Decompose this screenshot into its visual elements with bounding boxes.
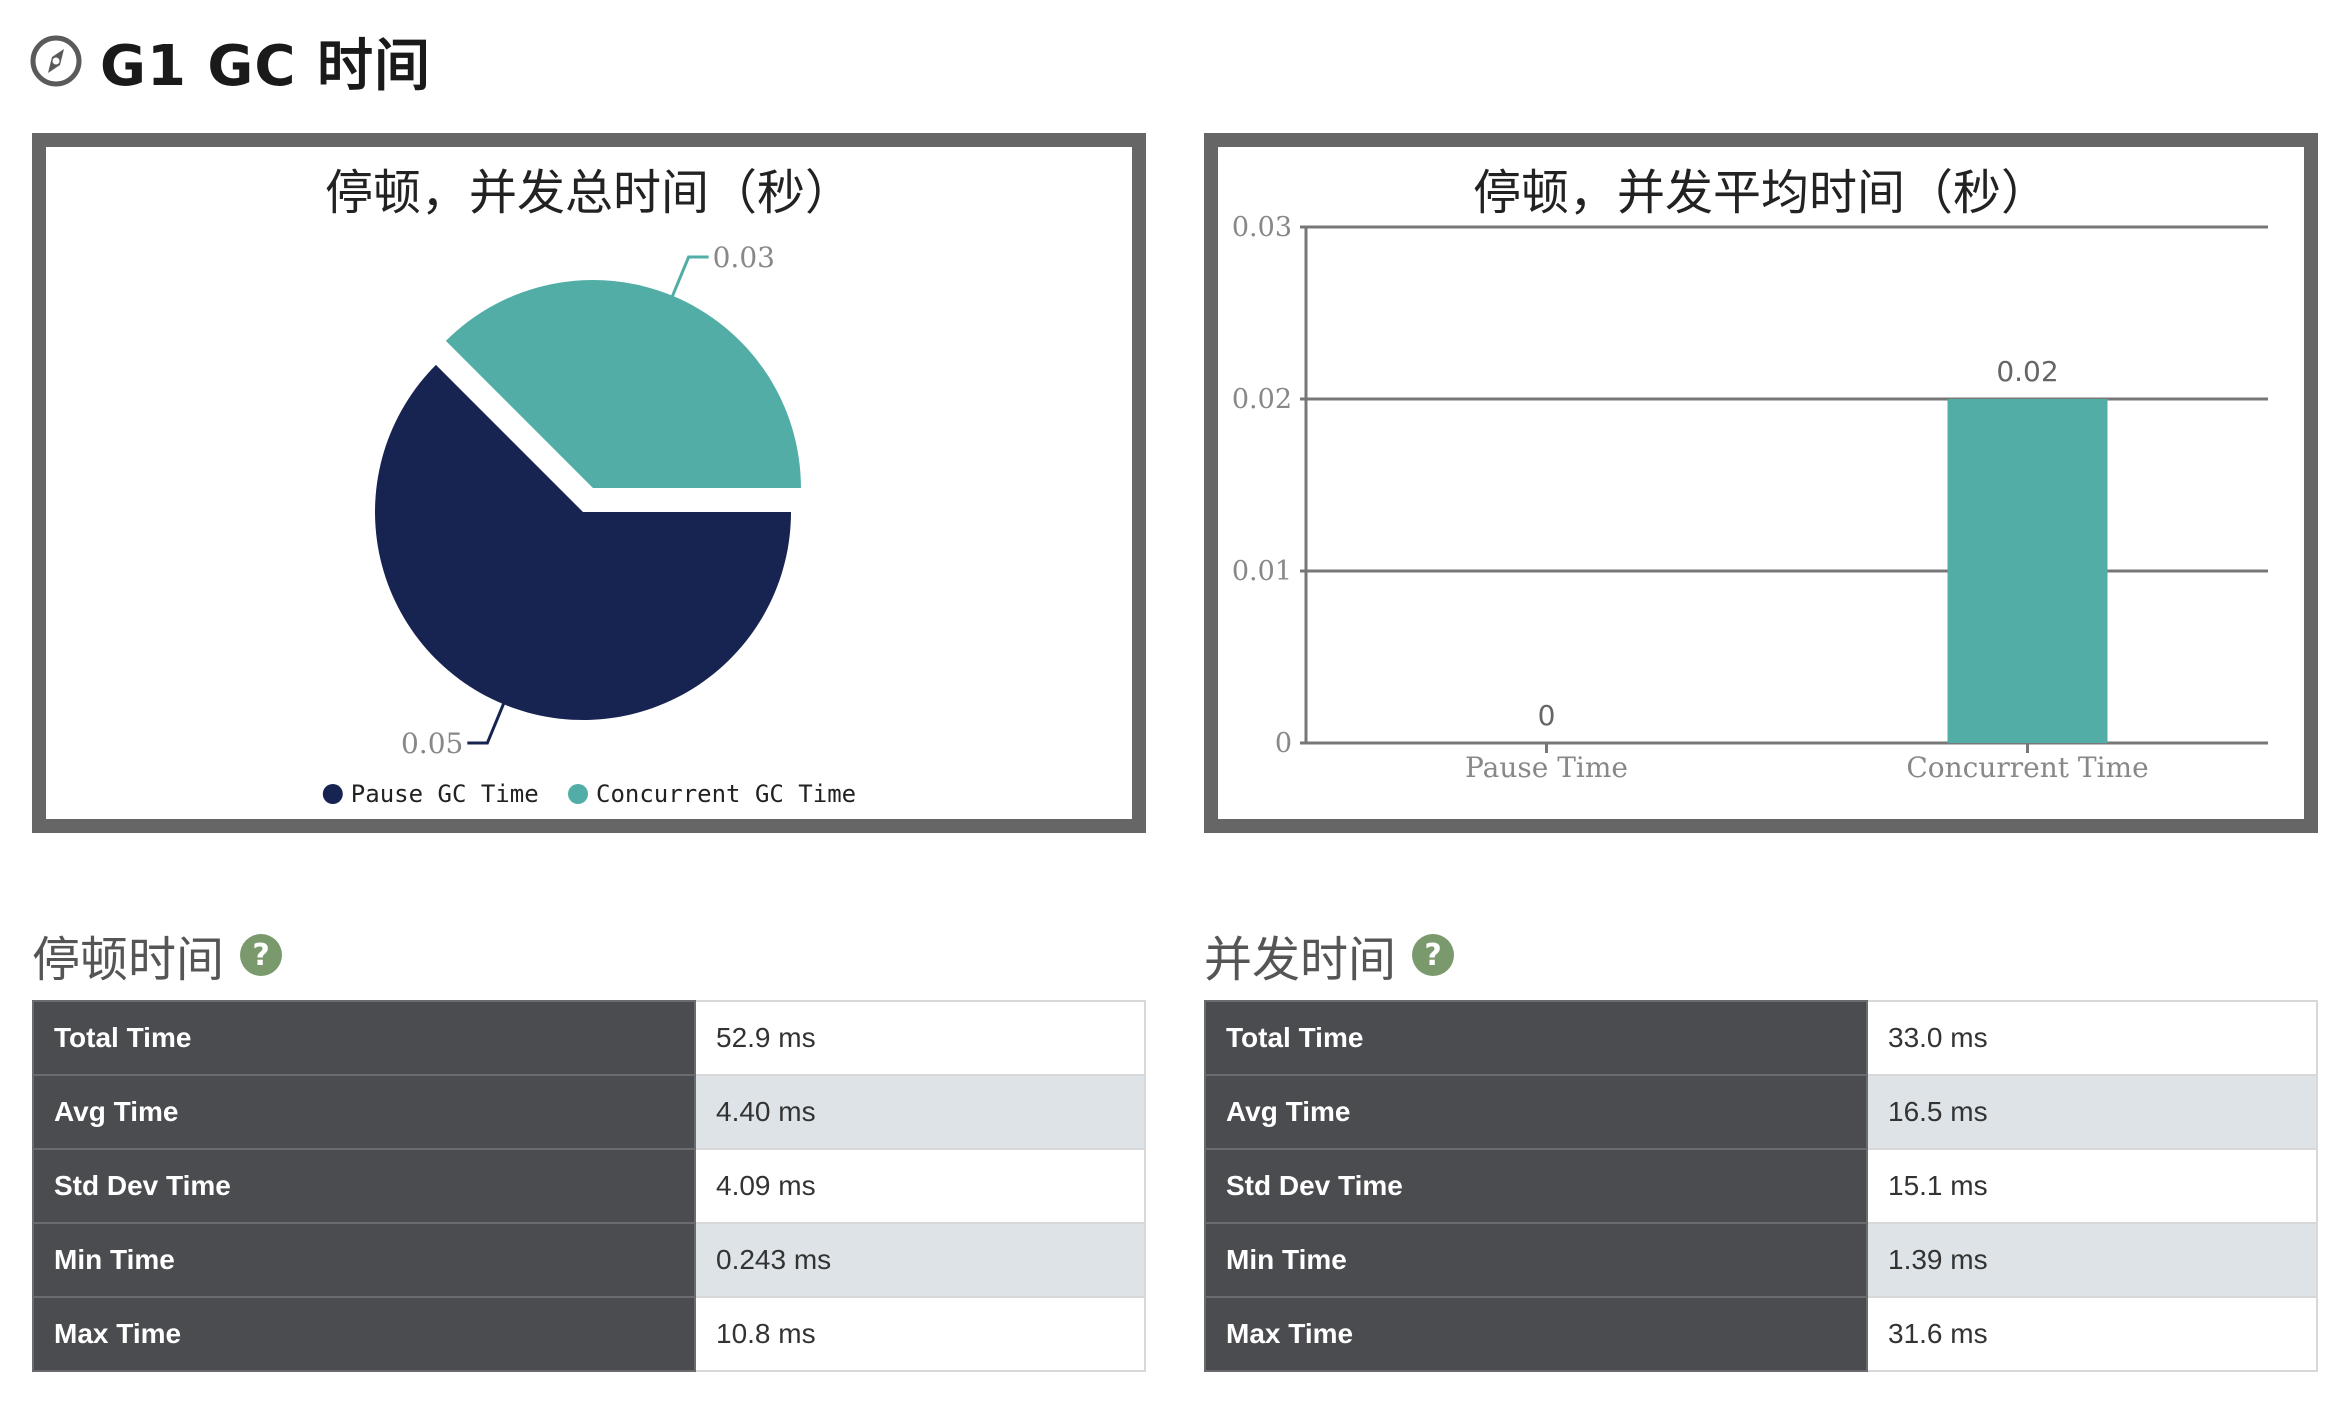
legend-swatch <box>322 784 343 804</box>
x-tick-label: Concurrent Time <box>1906 751 2148 784</box>
row-label: Avg Time <box>1204 1074 1868 1150</box>
table-row: Avg Time 4.40 ms <box>32 1074 1146 1150</box>
y-tick-label: 0 <box>1275 728 1292 759</box>
pie-data-label: 0.05 <box>401 727 463 760</box>
table-row: Total Time 33.0 ms <box>1204 1000 2318 1076</box>
row-value: 33.0 ms <box>1866 1000 2318 1076</box>
pie-chart-title: 停顿，并发总时间（秒） <box>325 165 853 221</box>
row-label: Std Dev Time <box>32 1148 696 1224</box>
row-value: 10.8 ms <box>694 1296 1146 1372</box>
legend-label: Pause GC Time <box>351 780 539 808</box>
pause-section-title: 停顿时间 <box>32 932 225 988</box>
row-value: 0.243 ms <box>694 1222 1146 1298</box>
bar-chart-panel: 停顿，并发平均时间（秒） 0 0.01 0.02 0.03 0 Pause Time 0.… <box>1204 133 2318 833</box>
table-row: Min Time 1.39 ms <box>1204 1222 2318 1298</box>
bar-data-label: 0.02 <box>1996 355 2058 388</box>
y-tick-label: 0.01 <box>1232 556 1292 587</box>
row-value: 4.09 ms <box>694 1148 1146 1224</box>
row-label: Max Time <box>32 1296 696 1372</box>
row-label: Min Time <box>32 1222 696 1298</box>
concurrent-section-title: 并发时间 <box>1204 932 1397 988</box>
concurrent-section-header: 并发时间 ? <box>1204 920 1455 990</box>
pie-leader-line <box>467 701 506 745</box>
table-row: Min Time 0.243 ms <box>32 1222 1146 1298</box>
bar-concurrent-time[interactable] <box>1947 399 2108 743</box>
y-tick-label: 0.03 <box>1232 212 1292 243</box>
bar-chart-title: 停顿，并发平均时间（秒） <box>1473 165 2049 221</box>
row-value: 4.40 ms <box>694 1074 1146 1150</box>
compass-icon <box>30 35 82 87</box>
row-value: 16.5 ms <box>1866 1074 2318 1150</box>
table-row: Total Time 52.9 ms <box>32 1000 1146 1076</box>
help-icon[interactable]: ? <box>240 934 283 976</box>
row-value: 52.9 ms <box>694 1000 1146 1076</box>
help-icon[interactable]: ? <box>1412 934 1455 976</box>
row-value: 1.39 ms <box>1866 1222 2318 1298</box>
table-row: Max Time 31.6 ms <box>1204 1296 2318 1372</box>
concurrent-stats-table: Total Time 33.0 ms Avg Time 16.5 ms Std … <box>1204 1000 2318 1372</box>
pie-data-label: 0.03 <box>713 241 775 274</box>
x-tick-label: Pause Time <box>1465 751 1628 784</box>
page-title-text: G1 GC 时间 <box>100 33 431 99</box>
legend-swatch <box>568 784 588 804</box>
row-label: Avg Time <box>32 1074 696 1150</box>
row-value: 15.1 ms <box>1866 1148 2318 1224</box>
y-tick-label: 0.02 <box>1232 384 1292 415</box>
pie-chart: 停顿，并发总时间（秒） 0.05 0.03 Pause GC Time Concur… <box>322 165 856 808</box>
row-label: Total Time <box>1204 1000 1868 1076</box>
row-label: Max Time <box>1204 1296 1868 1372</box>
pie-leader-line <box>670 255 709 299</box>
pause-stats-table: Total Time 52.9 ms Avg Time 4.40 ms Std … <box>32 1000 1146 1372</box>
row-label: Total Time <box>32 1000 696 1076</box>
pie-chart-panel: 停顿，并发总时间（秒） 0.05 0.03 Pause GC Time Concur… <box>32 133 1146 833</box>
row-label: Min Time <box>1204 1222 1868 1298</box>
pause-section-header: 停顿时间 ? <box>32 920 283 990</box>
legend-item[interactable]: Pause GC Time <box>322 780 539 808</box>
legend-item[interactable]: Concurrent GC Time <box>568 780 856 808</box>
page-title: G1 GC 时间 <box>30 28 431 99</box>
table-row: Std Dev Time 4.09 ms <box>32 1148 1146 1224</box>
table-row: Max Time 10.8 ms <box>32 1296 1146 1372</box>
table-row: Avg Time 16.5 ms <box>1204 1074 2318 1150</box>
legend-label: Concurrent GC Time <box>596 780 856 808</box>
row-label: Std Dev Time <box>1204 1148 1868 1224</box>
row-value: 31.6 ms <box>1866 1296 2318 1372</box>
table-row: Std Dev Time 15.1 ms <box>1204 1148 2318 1224</box>
bar-chart: 停顿，并发平均时间（秒） 0 0.01 0.02 0.03 0 Pause Time 0.… <box>1232 165 2268 784</box>
bar-data-label: 0 <box>1538 699 1556 732</box>
